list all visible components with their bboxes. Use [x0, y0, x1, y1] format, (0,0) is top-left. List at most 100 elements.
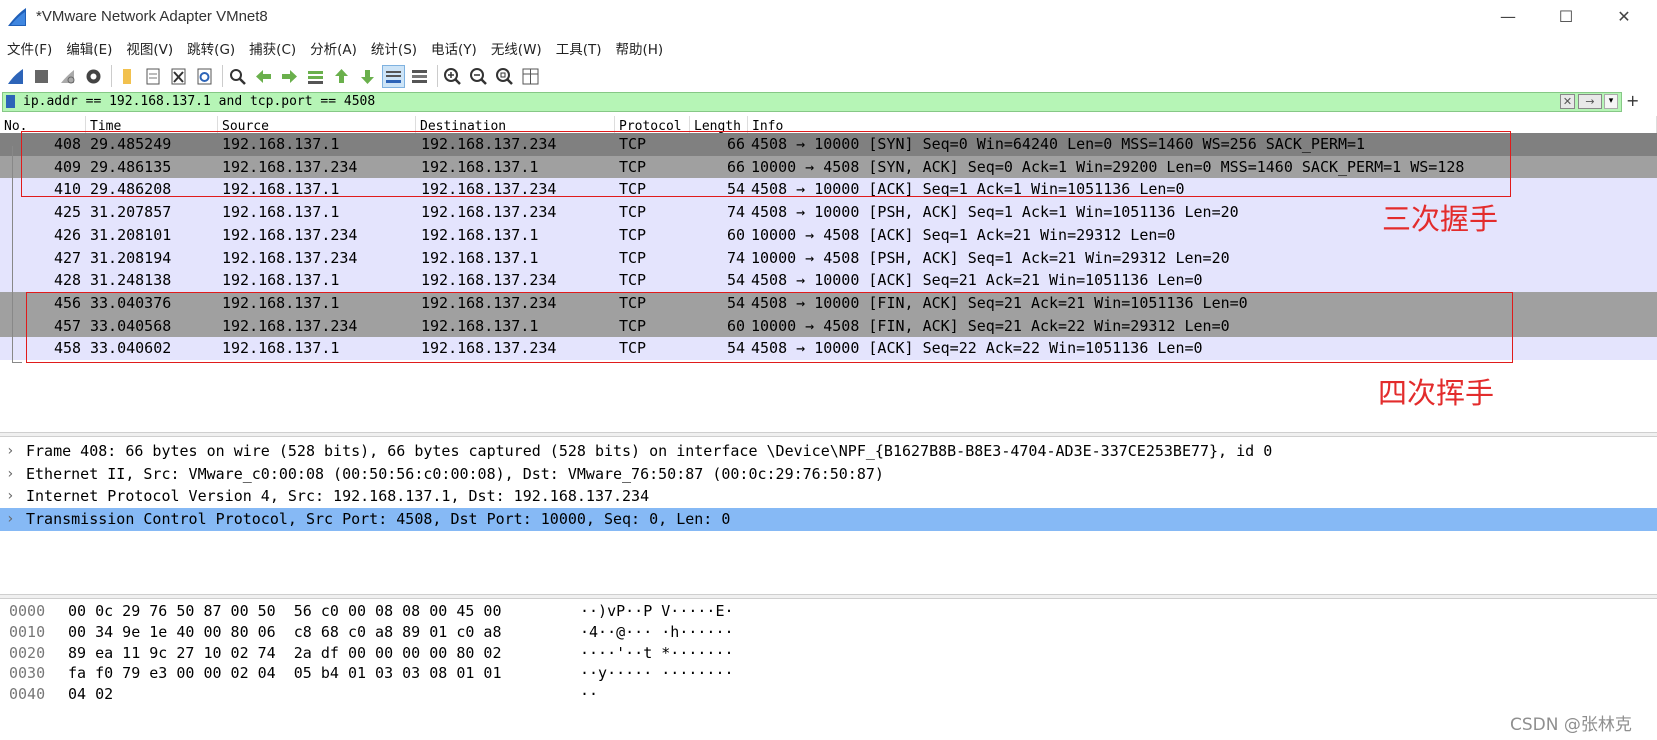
filter-apply-button[interactable]: → — [1578, 94, 1602, 109]
teardown-highlight-box — [26, 292, 1513, 363]
pane-splitter[interactable] — [0, 594, 1657, 599]
menu-item[interactable]: 文件(F) — [0, 38, 59, 58]
packet-number: 427 — [54, 248, 82, 267]
packet-length: 60 — [727, 225, 746, 244]
menu-item[interactable]: 跳转(G) — [180, 38, 242, 58]
open-file-button[interactable] — [115, 65, 138, 88]
packet-row[interactable]: 428 31.248138 192.168.137.1 192.168.137.234… — [0, 269, 1657, 293]
filter-clear-button[interactable]: ✕ — [1560, 94, 1575, 109]
expand-arrow-icon[interactable]: › — [6, 508, 14, 531]
menu-item[interactable]: 统计(S) — [364, 38, 424, 58]
detail-tree-item[interactable]: › Frame 408: 66 bytes on wire (528 bits),… — [0, 440, 1657, 463]
filter-bookmark-icon[interactable] — [6, 95, 15, 108]
menu-item[interactable]: 电话(Y) — [424, 38, 484, 58]
toolbar-separator — [111, 65, 112, 87]
pane-splitter[interactable] — [0, 432, 1657, 437]
go-forward-icon — [282, 69, 297, 83]
stop-capture-icon — [35, 69, 48, 83]
restart-capture-button[interactable] — [56, 65, 79, 88]
expand-arrow-icon[interactable]: › — [6, 440, 14, 463]
save-file-icon — [146, 68, 160, 84]
hex-dump-row[interactable]: 0010 00 34 9e 1e 40 00 80 06 c8 68 c0 a8 … — [0, 621, 760, 643]
hex-dump-row[interactable]: 0020 89 ea 11 9c 27 10 02 74 2a df 00 00 … — [0, 642, 760, 664]
menu-item[interactable]: 工具(T) — [549, 38, 609, 58]
handshake-highlight-box — [21, 131, 1511, 197]
packet-number: 428 — [54, 271, 82, 290]
resize-columns-icon — [522, 68, 539, 84]
colorize-icon — [412, 69, 427, 83]
packet-number: 426 — [54, 225, 82, 244]
main-toolbar — [0, 61, 1657, 91]
packet-protocol: TCP — [619, 225, 647, 244]
packet-source: 192.168.137.1 — [222, 271, 340, 290]
add-filter-button[interactable]: + — [1626, 91, 1639, 110]
zoom-out-button[interactable] — [467, 65, 490, 88]
filter-history-dropdown[interactable]: ▾ — [1604, 94, 1618, 109]
wireshark-fin-icon — [8, 7, 26, 26]
start-capture-icon — [8, 68, 23, 84]
packet-row[interactable]: 427 31.208194 192.168.137.234 192.168.137.1… — [0, 246, 1657, 270]
reload-file-button[interactable] — [193, 65, 216, 88]
stop-capture-button[interactable] — [30, 65, 53, 88]
zoom-normal-button[interactable] — [493, 65, 516, 88]
go-forward-button[interactable] — [278, 65, 301, 88]
packet-info: 10000 → 4508 [ACK] Seq=1 Ack=21 Win=2931… — [751, 225, 1176, 244]
detail-tree-item[interactable]: › Transmission Control Protocol, Src Port… — [0, 507, 1657, 531]
go-back-button[interactable] — [252, 65, 275, 88]
menu-item[interactable]: 捕获(C) — [242, 38, 303, 58]
packet-info: 4508 → 10000 [PSH, ACK] Seq=1 Ack=1 Win=… — [751, 203, 1239, 222]
go-last-button[interactable] — [356, 65, 379, 88]
menu-item[interactable]: 分析(A) — [303, 38, 364, 58]
menu-item[interactable]: 视图(V) — [119, 38, 180, 58]
hex-dump-row[interactable]: 0040 04 02 ·· — [0, 683, 760, 705]
detail-tree-label: Internet Protocol Version 4, Src: 192.16… — [26, 487, 650, 506]
zoom-in-button[interactable] — [441, 65, 464, 88]
expand-arrow-icon[interactable]: › — [6, 463, 14, 486]
packet-source: 192.168.137.234 — [222, 225, 358, 244]
open-file-icon — [123, 68, 131, 84]
menu-item[interactable]: 无线(W) — [484, 38, 549, 58]
hex-dump-row[interactable]: 0000 00 0c 29 76 50 87 00 50 56 c0 00 08 … — [0, 600, 760, 622]
close-window-button[interactable]: ✕ — [1594, 0, 1654, 33]
go-to-packet-button[interactable] — [304, 65, 327, 88]
menu-item[interactable]: 帮助(H) — [608, 38, 670, 58]
packet-time: 31.208101 — [90, 225, 172, 244]
find-packet-button[interactable] — [226, 65, 249, 88]
hex-bytes: 89 ea 11 9c 27 10 02 74 2a df 00 00 00 0… — [68, 643, 502, 662]
detail-tree-item[interactable]: › Internet Protocol Version 4, Src: 192.1… — [0, 485, 1657, 508]
menu-item[interactable]: 编辑(E) — [59, 38, 119, 58]
packet-length: 74 — [727, 248, 746, 267]
packet-destination: 192.168.137.1 — [421, 248, 539, 267]
hex-dump-row[interactable]: 0030 fa f0 79 e3 00 00 02 04 05 b4 01 03 … — [0, 662, 760, 684]
ascii-bytes: ··)vP··P V·····E· — [580, 602, 734, 620]
title-bar: *VMware Network Adapter VMnet8 — ☐ ✕ — [0, 0, 1657, 33]
start-capture-button[interactable] — [4, 65, 27, 88]
colorize-button[interactable] — [408, 65, 431, 88]
auto-scroll-icon — [386, 70, 401, 83]
capture-options-icon — [86, 69, 101, 83]
auto-scroll-button[interactable] — [382, 64, 405, 88]
resize-columns-button[interactable] — [519, 65, 542, 88]
maximize-button[interactable]: ☐ — [1536, 0, 1596, 33]
capture-options-button[interactable] — [82, 65, 105, 88]
find-packet-icon — [230, 68, 246, 85]
packet-time: 31.207857 — [90, 203, 172, 222]
go-first-button[interactable] — [330, 65, 353, 88]
hex-offset: 0000 — [9, 602, 46, 620]
detail-tree-label: Ethernet II, Src: VMware_c0:00:08 (00:50… — [26, 464, 884, 483]
teardown-label: 四次挥手 — [1378, 376, 1495, 410]
save-file-button[interactable] — [141, 65, 164, 88]
hex-offset: 0040 — [9, 685, 46, 704]
detail-tree-label: Frame 408: 66 bytes on wire (528 bits), … — [26, 442, 1273, 460]
expand-arrow-icon[interactable]: › — [6, 485, 14, 508]
packet-protocol: TCP — [619, 203, 647, 222]
watermark: CSDN @张林克 — [1510, 715, 1632, 735]
hex-bytes: 00 0c 29 76 50 87 00 50 56 c0 00 08 08 0… — [68, 602, 502, 620]
hex-bytes: 00 34 9e 1e 40 00 80 06 c8 68 c0 a8 89 0… — [68, 622, 502, 641]
display-filter-input[interactable]: ip.addr == 192.168.137.1 and tcp.port ==… — [2, 92, 1622, 112]
minimize-button[interactable]: — — [1478, 0, 1538, 33]
toolbar-separator — [222, 65, 223, 87]
packet-destination: 192.168.137.234 — [421, 271, 557, 290]
close-file-button[interactable] — [167, 65, 190, 88]
detail-tree-item[interactable]: › Ethernet II, Src: VMware_c0:00:08 (00:5… — [0, 463, 1657, 486]
